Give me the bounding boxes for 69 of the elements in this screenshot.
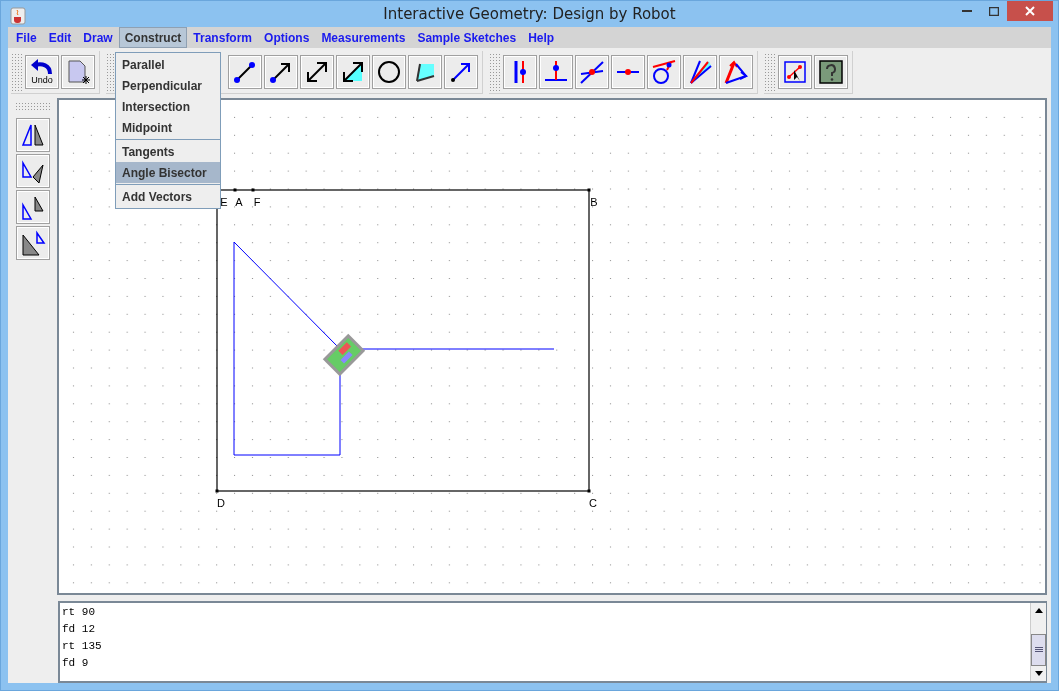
scroll-down-icon[interactable] <box>1034 671 1043 676</box>
undo-arrow-icon <box>30 58 54 75</box>
point-marker <box>251 188 255 192</box>
ray-tool-button[interactable] <box>264 54 298 89</box>
select-tool-button[interactable] <box>778 54 812 89</box>
menu-option[interactable]: Add Vectors <box>116 186 220 207</box>
menu-option[interactable]: Angle Bisector <box>116 162 220 183</box>
midpoint-tool-button[interactable] <box>611 54 645 89</box>
menu-item[interactable]: Options <box>258 27 316 48</box>
tangent-icon <box>650 57 678 86</box>
line-tool-button[interactable] <box>300 54 334 89</box>
point-marker <box>587 188 591 192</box>
new-page-icon <box>66 58 90 85</box>
command-line: rt 90 <box>62 605 96 619</box>
point-label: F <box>253 196 261 208</box>
point-label: A <box>235 196 243 208</box>
menu-item[interactable]: Edit <box>42 27 78 48</box>
scroll-up-icon[interactable] <box>1034 608 1043 613</box>
menu-item[interactable]: Draw <box>77 27 119 48</box>
parallel-tool-button[interactable] <box>503 54 537 89</box>
java-cup-icon <box>10 7 26 25</box>
menu-option[interactable]: Intersection <box>116 96 220 117</box>
midpoint-icon <box>616 67 640 76</box>
help-button[interactable] <box>814 54 848 89</box>
close-button[interactable] <box>1007 1 1053 21</box>
reflect-tool-button[interactable] <box>15 118 50 152</box>
menu-option[interactable]: Parallel <box>116 54 220 75</box>
rotate-tool-button[interactable] <box>15 154 50 188</box>
menu-item[interactable]: Help <box>522 27 561 48</box>
toolbar-grip[interactable] <box>11 52 23 91</box>
menu-option[interactable]: Tangents <box>116 141 220 162</box>
dilate-tool-button[interactable] <box>15 226 50 260</box>
minimize-icon <box>961 10 972 12</box>
command-line: rt 135 <box>62 639 103 653</box>
vector-tool-button[interactable] <box>444 54 478 89</box>
tangent-tool-button[interactable] <box>647 54 681 89</box>
menu-option[interactable]: Perpendicular <box>116 75 220 96</box>
line-fill-tool-button[interactable] <box>336 54 370 89</box>
point-marker <box>233 188 237 192</box>
undo-button[interactable]: Undo <box>25 54 59 89</box>
circle-tool-button[interactable] <box>372 54 406 89</box>
menu-item[interactable]: Construct <box>118 27 188 48</box>
menu-item[interactable]: Transform <box>187 27 259 48</box>
command-line: fd 9 <box>62 656 90 670</box>
window-title: Interactive Geometry: Design by Robot <box>383 5 676 23</box>
polygon-tool-button[interactable] <box>408 54 442 89</box>
help-icon <box>817 57 845 86</box>
point-marker <box>215 489 219 493</box>
point-label: B <box>590 196 598 208</box>
segment-tool-button[interactable] <box>228 54 262 89</box>
menu-item[interactable]: Measurements <box>315 27 412 48</box>
point-marker <box>587 489 591 493</box>
perpendicular-tool-button[interactable] <box>539 54 573 89</box>
angle-bisector-tool-button[interactable] <box>683 54 717 89</box>
vector-sum-tool-button[interactable] <box>719 54 753 89</box>
point-label: E <box>220 196 228 208</box>
menu-item[interactable]: File <box>10 27 43 48</box>
menu-item[interactable]: Sample Sketches <box>411 27 523 48</box>
maximize-icon <box>988 6 999 16</box>
intersection-tool-button[interactable] <box>575 54 609 89</box>
command-line: fd 12 <box>62 622 96 636</box>
new-sketch-button[interactable] <box>61 54 95 89</box>
vertical-scrollbar[interactable] <box>1030 603 1046 681</box>
close-icon <box>1025 6 1035 16</box>
translate-tool-button[interactable] <box>15 190 50 224</box>
point-label: C <box>589 497 597 509</box>
scroll-thumb-icon[interactable] <box>1034 647 1043 653</box>
menu-option[interactable]: Midpoint <box>116 117 220 138</box>
point-label: D <box>217 497 225 509</box>
